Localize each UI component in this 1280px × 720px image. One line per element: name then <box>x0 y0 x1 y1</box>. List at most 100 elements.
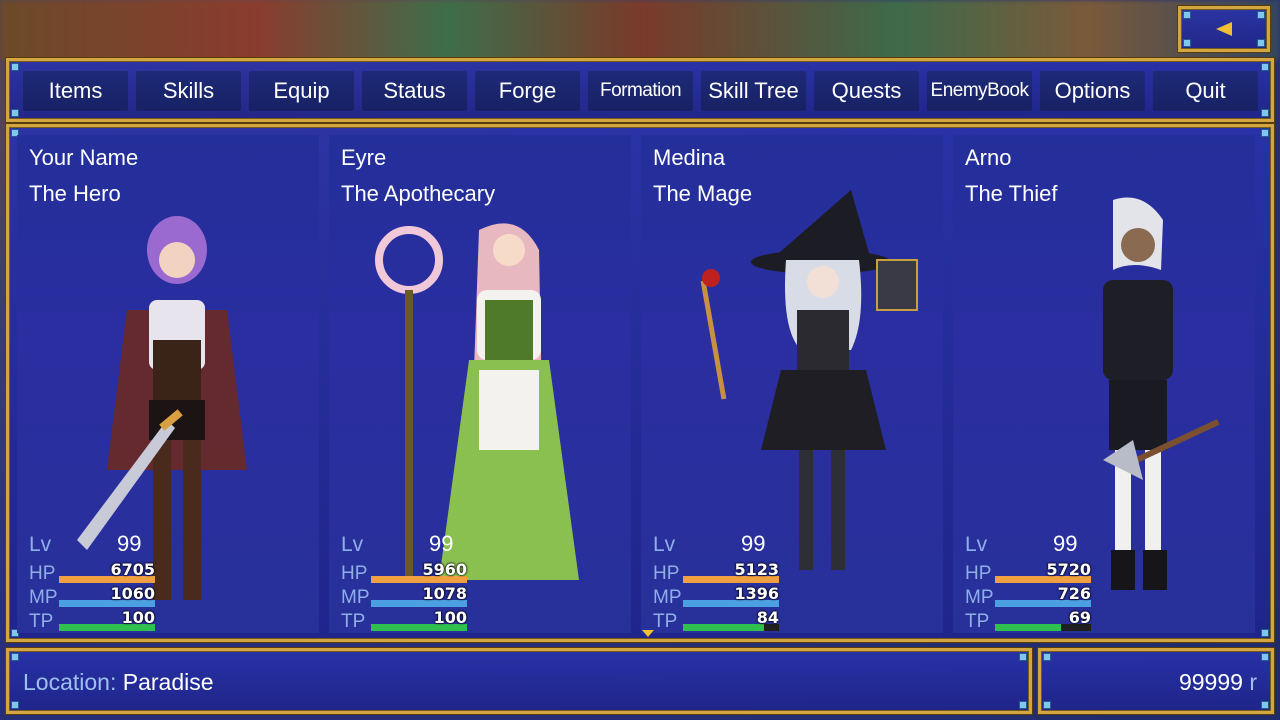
member-class: The Apothecary <box>341 181 496 206</box>
hp-gauge: HP 6705 <box>29 560 319 585</box>
mp-gauge: MP 1060 <box>29 584 319 609</box>
menu-item-skills[interactable]: Skills <box>136 71 241 111</box>
level-value: 99 <box>741 531 766 556</box>
hp-value: 5123 <box>734 560 779 579</box>
corner-ornament <box>1183 11 1191 19</box>
level-value: 99 <box>1053 531 1078 556</box>
menu-item-quit[interactable]: Quit <box>1153 71 1258 111</box>
apothecary-portrait <box>375 223 579 580</box>
party-member-card[interactable]: Eyre The Apothecary Lv 99 HP 5960 MP 107… <box>329 135 631 633</box>
menu-item-options[interactable]: Options <box>1040 71 1145 111</box>
corner-ornament <box>1257 11 1265 19</box>
level-label: Lv <box>965 533 988 556</box>
member-class: The Thief <box>965 181 1058 206</box>
corner-ornament <box>11 653 19 661</box>
mp-label: MP <box>653 587 682 608</box>
corner-ornament <box>1261 129 1269 137</box>
hp-gauge: HP 5720 <box>965 560 1255 585</box>
hero-portrait <box>77 216 247 600</box>
tp-gauge: TP 100 <box>29 608 319 633</box>
menu-item-status[interactable]: Status <box>362 71 467 111</box>
tp-value: 69 <box>1068 608 1091 627</box>
mp-label: MP <box>29 587 58 608</box>
mp-gauge: MP 726 <box>965 584 1255 609</box>
location-label: Location: <box>23 669 117 695</box>
corner-ornament <box>1019 653 1027 661</box>
mp-gauge: MP 1396 <box>653 584 943 609</box>
tp-gauge: TP 100 <box>341 608 631 633</box>
currency-value: 99999 <box>1178 669 1243 695</box>
tp-gauge: TP 69 <box>965 608 1255 633</box>
scroll-down-icon[interactable] <box>642 630 654 637</box>
member-class: The Hero <box>29 181 121 206</box>
party-member-card[interactable]: Your Name The Hero Lv 99 HP 6705 MP 1060… <box>17 135 319 633</box>
menu-item-quests[interactable]: Quests <box>814 71 919 111</box>
tp-gauge: TP 84 <box>653 608 943 633</box>
corner-ornament <box>1019 701 1027 709</box>
mp-label: MP <box>965 587 994 608</box>
level-label: Lv <box>653 533 676 556</box>
mp-label: MP <box>341 587 370 608</box>
chevron-left-icon <box>1216 22 1232 36</box>
member-class: The Mage <box>653 181 753 206</box>
menu-item-enemybook[interactable]: EnemyBook <box>927 71 1032 111</box>
level-label: Lv <box>341 533 364 556</box>
hp-value: 5720 <box>1046 560 1091 579</box>
corner-ornament <box>1261 629 1269 637</box>
menu-item-skill-tree[interactable]: Skill Tree <box>701 71 806 111</box>
tp-label: TP <box>653 611 678 632</box>
tp-value: 100 <box>433 608 467 627</box>
party-status-panel: Your Name The Hero Lv 99 HP 6705 MP 1060… <box>6 124 1274 642</box>
mp-value: 726 <box>1057 584 1091 603</box>
thief-portrait <box>1103 197 1220 590</box>
member-name: Your Name <box>29 145 139 170</box>
tp-label: TP <box>341 611 366 632</box>
mp-value: 1396 <box>734 584 779 603</box>
location-window: Location: Paradise <box>6 648 1032 714</box>
party-member-card[interactable]: Arno The Thief Lv 99 HP 5720 MP 726 TP 6… <box>953 135 1255 633</box>
hp-label: HP <box>965 563 992 584</box>
hp-label: HP <box>653 563 680 584</box>
corner-ornament <box>1261 63 1269 71</box>
tp-label: TP <box>965 611 990 632</box>
hp-label: HP <box>341 563 368 584</box>
tp-value: 84 <box>756 608 779 627</box>
corner-ornament <box>1043 701 1051 709</box>
level-label: Lv <box>29 533 52 556</box>
mage-portrait <box>700 190 918 570</box>
mp-gauge: MP 1078 <box>341 584 631 609</box>
corner-ornament <box>1043 653 1051 661</box>
level-value: 99 <box>429 531 454 556</box>
hp-value: 6705 <box>110 560 155 579</box>
corner-ornament <box>1183 39 1191 47</box>
currency-unit: r <box>1249 669 1257 695</box>
mp-value: 1078 <box>422 584 467 603</box>
corner-ornament <box>1257 39 1265 47</box>
location-text: Location: Paradise <box>23 669 214 696</box>
corner-ornament <box>11 701 19 709</box>
menu-item-forge[interactable]: Forge <box>475 71 580 111</box>
member-name: Arno <box>965 145 1012 170</box>
location-value: Paradise <box>122 669 214 695</box>
member-name: Eyre <box>341 145 387 170</box>
party-member-card[interactable]: Medina The Mage Lv 99 HP 5123 MP 1396 TP… <box>641 135 943 633</box>
currency-text: 99999 r <box>1179 669 1257 696</box>
currency-window: 99999 r <box>1038 648 1274 714</box>
background-map <box>0 0 1280 60</box>
command-menu: Items Skills Equip Status Forge Formatio… <box>6 58 1274 122</box>
menu-item-items[interactable]: Items <box>23 71 128 111</box>
corner-ornament <box>11 63 19 71</box>
tp-value: 100 <box>121 608 155 627</box>
member-name: Medina <box>653 145 726 170</box>
menu-item-formation[interactable]: Formation <box>588 71 693 111</box>
hp-value: 5960 <box>422 560 467 579</box>
corner-ornament <box>1261 109 1269 117</box>
hp-gauge: HP 5123 <box>653 560 943 585</box>
back-button[interactable] <box>1178 6 1270 52</box>
mp-value: 1060 <box>110 584 155 603</box>
hp-label: HP <box>29 563 56 584</box>
tp-label: TP <box>29 611 54 632</box>
corner-ornament <box>1261 653 1269 661</box>
level-value: 99 <box>117 531 142 556</box>
menu-item-equip[interactable]: Equip <box>249 71 354 111</box>
